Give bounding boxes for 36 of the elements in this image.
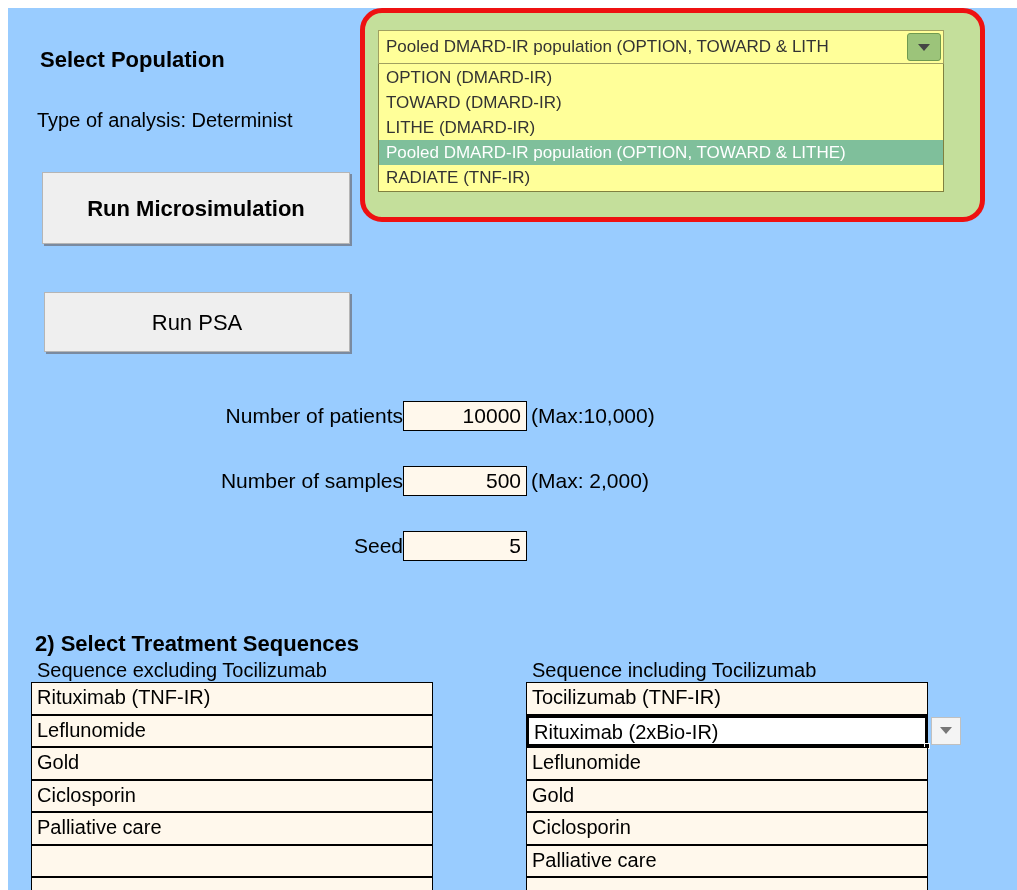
- field-label: Number of patients: [225, 403, 403, 429]
- dropdown-option[interactable]: OPTION (DMARD-IR): [379, 65, 943, 90]
- input-field[interactable]: 500: [403, 466, 527, 496]
- empty-cell[interactable]: [31, 844, 433, 877]
- sequence-cell[interactable]: Rituximab (TNF-IR): [31, 682, 433, 715]
- caret-icon: [918, 43, 930, 51]
- section-title: 2) Select Treatment Sequences: [35, 631, 360, 656]
- dropdown-option[interactable]: RADIATE (TNF-IR): [379, 165, 943, 190]
- sequence-cell[interactable]: Palliative care: [31, 812, 433, 845]
- population-dropdown[interactable]: Pooled DMARD-IR population (OPTION, TOWARD & LITH: [378, 30, 944, 64]
- sequence-cell[interactable]: Gold: [526, 779, 928, 812]
- action-button[interactable]: Run Microsimulation: [42, 172, 350, 244]
- max-note: (Max: 2,000): [531, 468, 649, 494]
- dropdown-option[interactable]: TOWARD (DMARD-IR): [379, 90, 943, 115]
- action-button[interactable]: Run PSA: [44, 292, 350, 352]
- dropdown-option[interactable]: LITHE (DMARD-IR): [379, 115, 943, 140]
- caret-icon: [940, 727, 952, 735]
- sequence-cell[interactable]: Leflunomide: [526, 747, 928, 780]
- input-field[interactable]: 10000: [403, 401, 527, 431]
- input-field[interactable]: 5: [403, 531, 527, 561]
- section-title: Select Population: [40, 47, 225, 72]
- sequence-cell[interactable]: Tocilizumab (TNF-IR): [526, 682, 928, 715]
- field-label: Seed: [353, 533, 403, 559]
- sequence-cell[interactable]: Leflunomide: [31, 714, 433, 747]
- max-note: (Max:10,000): [531, 403, 655, 429]
- sequence-cell[interactable]: Palliative care: [526, 844, 928, 877]
- dropdown-button[interactable]: [907, 33, 941, 61]
- sequence-cell[interactable]: Ciclosporin: [526, 812, 928, 845]
- field-label: Number of samples: [220, 468, 403, 494]
- sequence-cell[interactable]: Gold: [31, 747, 433, 780]
- sequence-cell[interactable]: Rituximab (2xBio-IR): [526, 714, 928, 747]
- sequence-cell[interactable]: Ciclosporin: [31, 779, 433, 812]
- column-heading: Sequence including Tocilizumab: [531, 658, 818, 682]
- column-heading: Sequence excluding Tocilizumab: [36, 658, 328, 682]
- dropdown-button[interactable]: [931, 716, 961, 745]
- analysis-type-text: Type of analysis: Determinist: [37, 109, 293, 131]
